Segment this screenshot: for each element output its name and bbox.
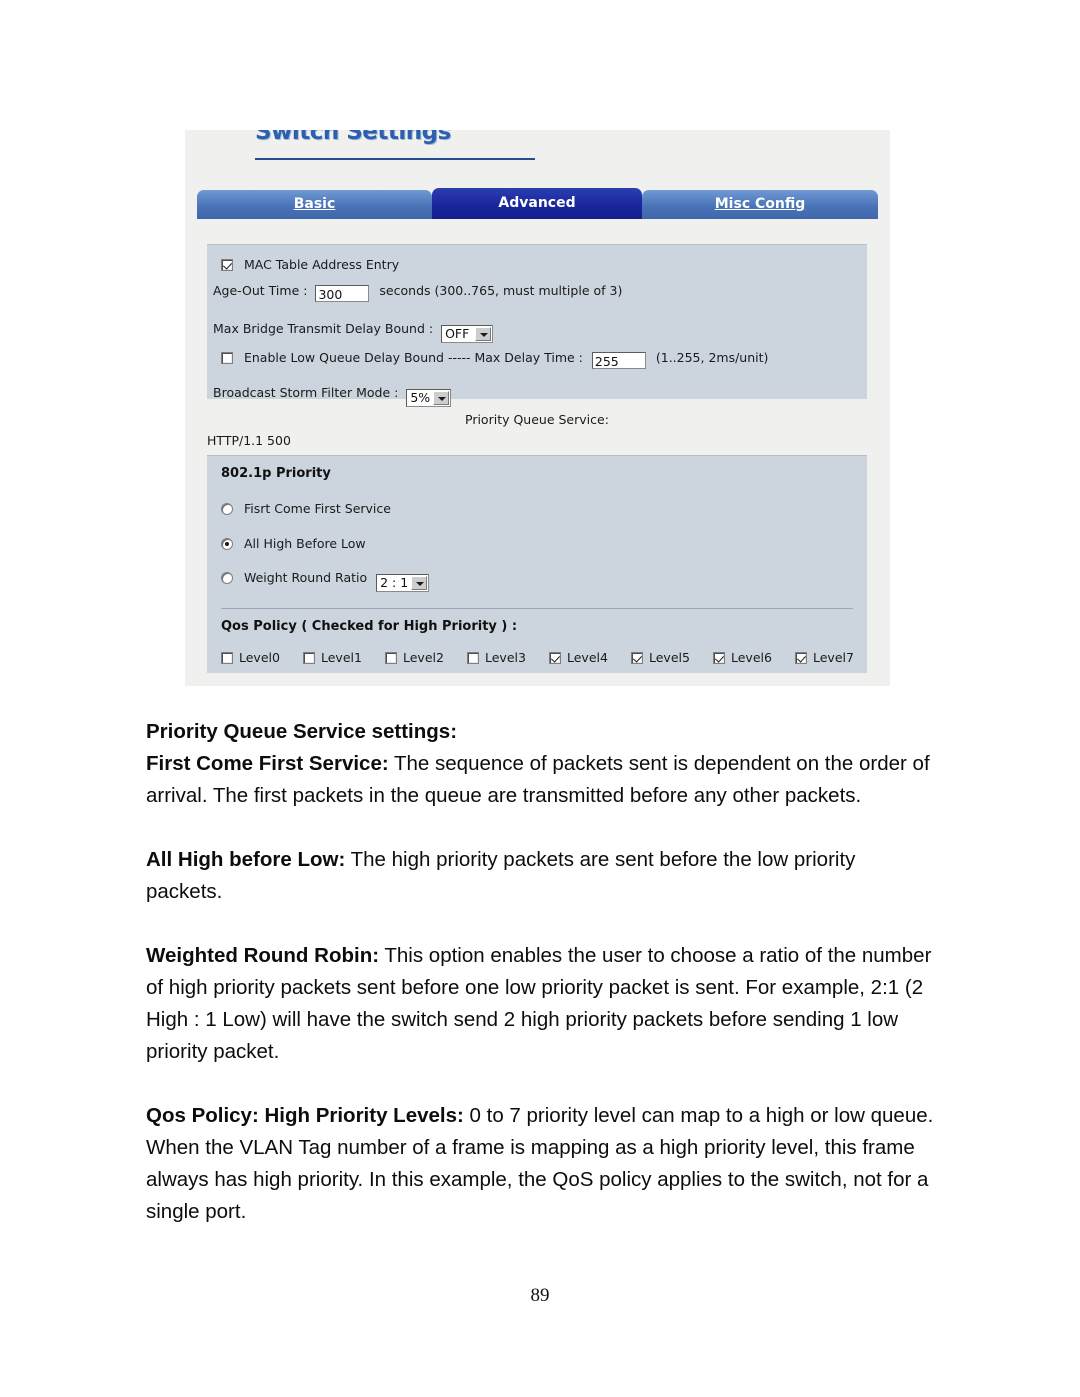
paragraph-qos-policy: Qos Policy: High Priority Levels: 0 to 7… [146,1100,936,1228]
chevron-down-icon [411,576,428,590]
level4-label: Level4 [567,650,608,665]
level4-checkbox[interactable] [549,652,561,664]
radio-row-weight-round[interactable]: Weight Round Ratio 2 : 1 [221,570,430,592]
page-number: 89 [530,1285,550,1306]
mac-table-address-entry-checkbox[interactable] [221,259,233,271]
tab-basic-label: Basic [293,196,336,212]
tab-basic[interactable]: Basic [197,190,432,219]
qos-level-0[interactable]: Level0 [221,650,303,665]
paragraph-first-come-first-service: First Come First Service: The sequence o… [146,748,936,812]
http-status-text: HTTP/1.1 500 [207,433,291,448]
section-heading: Priority Queue Service settings: [146,716,936,748]
level6-checkbox[interactable] [713,652,725,664]
qos-policy-heading: Qos Policy ( Checked for High Priority )… [221,619,518,634]
broadcast-storm-row: Broadcast Storm Filter Mode : 5% [213,385,452,407]
level5-label: Level5 [649,650,690,665]
document-body: Priority Queue Service settings: First C… [146,716,936,1228]
qos-divider [221,608,853,609]
switch-settings-screenshot: Switch Settings Basic Advanced Misc Conf… [185,130,890,686]
paragraph-lead: All High before Low: [146,848,346,871]
level2-checkbox[interactable] [385,652,397,664]
age-out-time-label: Age-Out Time : [213,283,308,298]
max-bridge-delay-label: Max Bridge Transmit Delay Bound : [213,321,434,336]
title-underline [255,158,535,160]
switch-ui-page: Switch Settings Basic Advanced Misc Conf… [185,130,890,686]
priority-queue-service-caption: Priority Queue Service: [465,412,609,427]
level6-label: Level6 [731,650,772,665]
level7-label: Level7 [813,650,854,665]
chevron-down-icon [433,391,450,405]
qos-level-5[interactable]: Level5 [631,650,713,665]
mac-table-row: MAC Table Address Entry [221,257,399,272]
age-out-time-hint: seconds (300..765, must multiple of 3) [379,283,623,298]
all-high-before-low-radio[interactable] [221,538,233,550]
level3-checkbox[interactable] [467,652,479,664]
qos-level-3[interactable]: Level3 [467,650,549,665]
weight-round-ratio-value: 2 : 1 [380,575,409,590]
weight-round-ratio-select[interactable]: 2 : 1 [376,574,430,592]
qos-level-checkbox-row: Level0 Level1 Level2 Level3 Level4 Level… [221,650,877,665]
age-out-row: Age-Out Time : 300 seconds (300..765, mu… [213,283,622,302]
level1-label: Level1 [321,650,362,665]
level0-checkbox[interactable] [221,652,233,664]
tab-misc-config-label: Misc Config [714,196,806,212]
qos-level-2[interactable]: Level2 [385,650,467,665]
qos-level-6[interactable]: Level6 [713,650,795,665]
basic-settings-panel: MAC Table Address Entry Age-Out Time : 3… [207,244,867,407]
radio-row-first-come[interactable]: Fisrt Come First Service [221,501,391,516]
qos-level-4[interactable]: Level4 [549,650,631,665]
paragraph-lead: Qos Policy: High Priority Levels: [146,1104,464,1127]
tab-advanced[interactable]: Advanced [432,188,642,219]
max-delay-time-hint: (1..255, 2ms/unit) [655,350,769,365]
broadcast-storm-filter-select[interactable]: 5% [406,389,452,407]
first-come-first-service-label: Fisrt Come First Service [243,501,391,516]
max-bridge-row: Max Bridge Transmit Delay Bound : OFF [213,321,494,343]
paragraph-lead: Weighted Round Robin: [146,944,380,967]
max-bridge-delay-select[interactable]: OFF [441,325,494,343]
paragraph-lead: First Come First Service: [146,752,389,775]
enable-low-queue-delay-label: Enable Low Queue Delay Bound ----- Max D… [243,350,583,365]
low-queue-row: Enable Low Queue Delay Bound ----- Max D… [221,350,768,369]
paragraph-all-high-before-low: All High before Low: The high priority p… [146,844,936,908]
paragraph-weighted-round-robin: Weighted Round Robin: This option enable… [146,940,936,1068]
age-out-time-input[interactable]: 300 [315,285,370,302]
enable-low-queue-delay-checkbox[interactable] [221,352,233,364]
tab-misc-config[interactable]: Misc Config [642,190,878,219]
max-bridge-delay-value: OFF [445,326,470,341]
qos-level-1[interactable]: Level1 [303,650,385,665]
all-high-before-low-label: All High Before Low [243,536,366,551]
weight-round-ratio-radio[interactable] [221,572,233,584]
max-delay-time-input[interactable]: 255 [591,352,646,369]
broadcast-storm-filter-value: 5% [410,390,431,405]
first-come-first-service-radio[interactable] [221,503,233,515]
level5-checkbox[interactable] [631,652,643,664]
qos-level-7[interactable]: Level7 [795,650,877,665]
broadcast-storm-filter-label: Broadcast Storm Filter Mode : [213,385,399,400]
page-title-text: Switch Settings [255,130,451,145]
chevron-down-icon [475,327,492,341]
8021p-priority-heading: 802.1p Priority [221,466,331,481]
weight-round-ratio-label: Weight Round Ratio [243,570,368,585]
radio-row-all-high[interactable]: All High Before Low [221,536,366,551]
section-heading-text: Priority Queue Service settings: [146,720,458,743]
tab-bar: Basic Advanced Misc Config [197,188,878,219]
level2-label: Level2 [403,650,444,665]
level3-label: Level3 [485,650,526,665]
level1-checkbox[interactable] [303,652,315,664]
level7-checkbox[interactable] [795,652,807,664]
level0-label: Level0 [239,650,280,665]
priority-queue-panel: 802.1p Priority Fisrt Come First Service… [207,455,867,673]
tab-advanced-label: Advanced [498,195,576,211]
mac-table-address-entry-label: MAC Table Address Entry [243,257,400,272]
